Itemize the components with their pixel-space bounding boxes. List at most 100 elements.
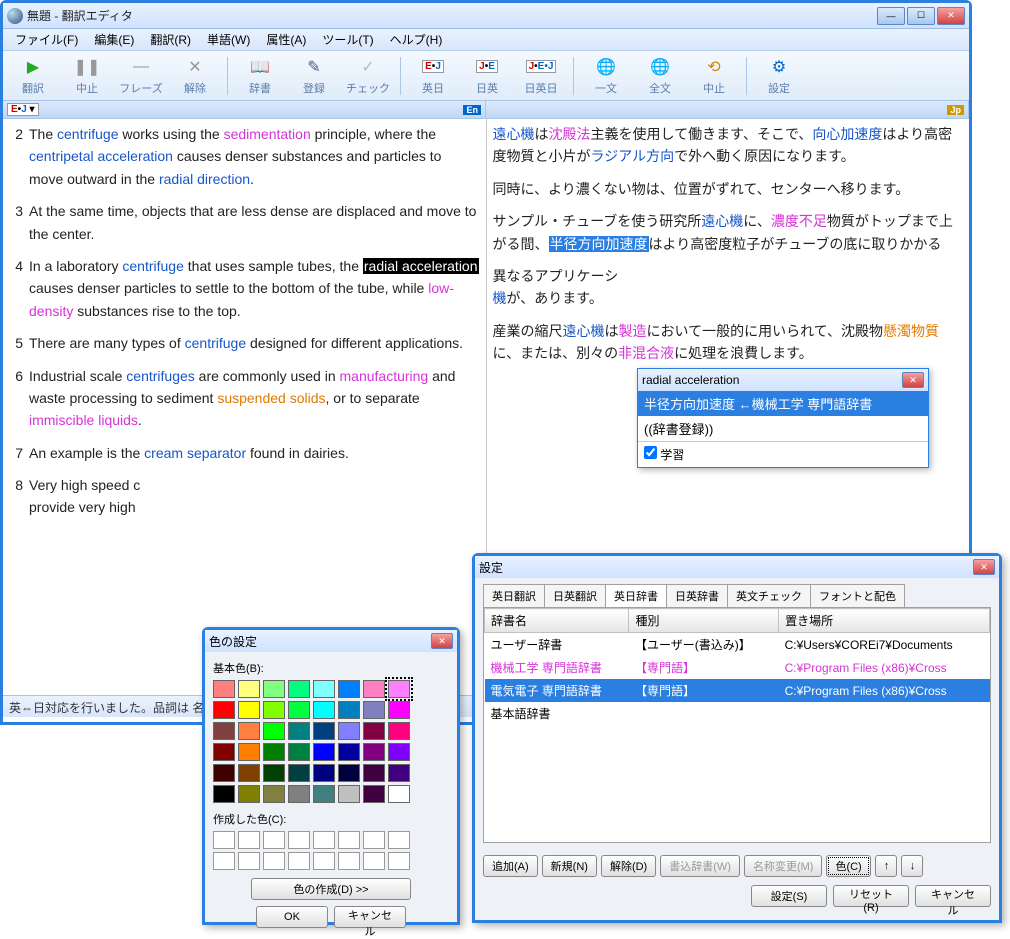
custom-color-swatch[interactable] <box>238 831 260 849</box>
dict-row[interactable]: ユーザー辞書【ユーザー(書込み)】C:¥Users¥COREi7¥Documen… <box>485 633 990 657</box>
custom-color-swatch[interactable] <box>213 852 235 870</box>
color-swatch[interactable] <box>388 722 410 740</box>
dict-row[interactable]: 基本語辞書 <box>485 702 990 725</box>
segment-row[interactable]: 遠心機は沈殿法主義を使用して働きます、そこで、向心加速度はより高密度物質と小片が… <box>493 123 964 168</box>
term[interactable]: 遠心機 <box>493 126 535 142</box>
segment-text[interactable]: An example is the cream separator found … <box>29 442 480 464</box>
toolbar-フレーズ[interactable]: —フレーズ <box>117 53 165 99</box>
toolbar-英日[interactable]: E•J英日 <box>409 53 457 99</box>
custom-color-swatch[interactable] <box>388 852 410 870</box>
color-swatch[interactable] <box>238 701 260 719</box>
term[interactable]: centrifuge <box>57 126 118 142</box>
color-dialog-close-button[interactable]: ✕ <box>431 633 453 649</box>
toolbar-全文[interactable]: 🌐全文 <box>636 53 684 99</box>
close-button[interactable]: ✕ <box>937 7 965 25</box>
menu-item[interactable]: ツール(T) <box>314 29 381 50</box>
term[interactable]: suspended solids <box>217 390 325 406</box>
term[interactable]: centrifuge <box>185 335 246 351</box>
color-swatch[interactable] <box>288 680 310 698</box>
color-swatch[interactable] <box>363 722 385 740</box>
maximize-button[interactable]: ☐ <box>907 7 935 25</box>
segment-text[interactable]: There are many types of centrifuge desig… <box>29 332 480 354</box>
menu-item[interactable]: 編集(E) <box>86 29 142 50</box>
color-swatch[interactable] <box>363 764 385 782</box>
settings-tab[interactable]: 英日辞書 <box>605 584 667 607</box>
color-swatch[interactable] <box>313 764 335 782</box>
source-column[interactable]: 2The centrifuge works using the sediment… <box>3 119 487 695</box>
term[interactable]: centripetal acceleration <box>29 148 173 164</box>
color-swatch[interactable] <box>363 785 385 803</box>
color-swatch[interactable] <box>238 722 260 740</box>
color-swatch[interactable] <box>338 680 360 698</box>
color-swatch[interactable] <box>213 701 235 719</box>
define-color-button[interactable]: 色の作成(D) >> <box>251 878 411 900</box>
color-swatch[interactable] <box>263 743 285 761</box>
custom-color-swatch[interactable] <box>213 831 235 849</box>
dict-table[interactable]: 辞書名種別置き場所 ユーザー辞書【ユーザー(書込み)】C:¥Users¥CORE… <box>484 608 990 725</box>
color-swatch[interactable] <box>263 722 285 740</box>
settings-tab[interactable]: 英日翻訳 <box>483 584 545 607</box>
segment-text[interactable]: サンプル・チューブを使う研究所遠心機に、濃度不足物質がトップまで上がる間、半径方… <box>493 210 964 255</box>
segment-row[interactable]: 8Very high speed cprovide very high <box>9 474 480 519</box>
toolbar-解除[interactable]: ✕解除 <box>171 53 219 99</box>
color-swatch[interactable] <box>388 764 410 782</box>
color-swatch[interactable] <box>288 764 310 782</box>
toolbar-一文[interactable]: 🌐一文 <box>582 53 630 99</box>
term[interactable]: 機 <box>493 290 507 306</box>
settings-action-button[interactable]: 色(C) <box>826 855 870 877</box>
term[interactable]: low-density <box>29 280 454 318</box>
settings-action-button[interactable]: 新規(N) <box>542 855 597 877</box>
term[interactable]: cream separator <box>144 445 246 461</box>
color-swatch[interactable] <box>338 743 360 761</box>
custom-color-swatch[interactable] <box>238 852 260 870</box>
move-down-button[interactable]: ↓ <box>901 855 923 877</box>
tooltip-close-button[interactable]: ✕ <box>902 372 924 388</box>
settings-tab[interactable]: 英文チェック <box>727 584 811 607</box>
color-swatch[interactable] <box>288 785 310 803</box>
color-swatch[interactable] <box>388 680 410 698</box>
menu-item[interactable]: 翻訳(R) <box>142 29 199 50</box>
term[interactable]: 半径方向加速度 <box>549 236 649 252</box>
settings-tab[interactable]: 日英辞書 <box>666 584 728 607</box>
custom-color-swatch[interactable] <box>388 831 410 849</box>
color-swatch[interactable] <box>213 680 235 698</box>
color-swatch[interactable] <box>338 701 360 719</box>
color-swatch[interactable] <box>288 701 310 719</box>
dict-row[interactable]: 機械工学 専門語辞書【専門語】C:¥Program Files (x86)¥Cr… <box>485 656 990 679</box>
color-swatch[interactable] <box>288 743 310 761</box>
color-swatch[interactable] <box>313 743 335 761</box>
segment-row[interactable]: 7An example is the cream separator found… <box>9 442 480 464</box>
ej-badge[interactable]: E•J ▾ <box>7 103 39 116</box>
dict-row[interactable]: 電気電子 専門語辞書【専門語】C:¥Program Files (x86)¥Cr… <box>485 679 990 702</box>
menu-item[interactable]: 単語(W) <box>199 29 258 50</box>
term[interactable]: manufacturing <box>340 368 429 384</box>
menu-item[interactable]: 属性(A) <box>258 29 314 50</box>
color-swatch[interactable] <box>263 680 285 698</box>
tooltip-register[interactable]: ((辞書登録)) <box>638 416 928 441</box>
toolbar-チェック[interactable]: ✓チェック <box>344 53 392 99</box>
color-swatch[interactable] <box>213 722 235 740</box>
term[interactable]: ラジアル方向 <box>591 148 675 164</box>
term[interactable]: radial direction <box>159 171 250 187</box>
term[interactable]: 濃度不足 <box>771 213 827 229</box>
color-swatch[interactable] <box>238 764 260 782</box>
segment-row[interactable]: 4In a laboratory centrifuge that uses sa… <box>9 255 480 322</box>
segment-text[interactable]: In a laboratory centrifuge that uses sam… <box>29 255 480 322</box>
menu-item[interactable]: ファイル(F) <box>7 29 86 50</box>
term[interactable]: immiscible liquids <box>29 412 138 428</box>
toolbar-登録[interactable]: ✎登録 <box>290 53 338 99</box>
term[interactable]: sedimentation <box>224 126 311 142</box>
color-swatch[interactable] <box>363 680 385 698</box>
segment-row[interactable]: 3At the same time, objects that are less… <box>9 200 480 245</box>
segment-text[interactable]: Very high speed cprovide very high <box>29 474 480 519</box>
term[interactable]: centrifuge <box>122 258 183 274</box>
settings-action-button[interactable]: 追加(A) <box>483 855 538 877</box>
segment-row[interactable]: 6Industrial scale centrifuges are common… <box>9 365 480 432</box>
color-swatch[interactable] <box>213 785 235 803</box>
color-swatch[interactable] <box>388 701 410 719</box>
color-swatch[interactable] <box>388 743 410 761</box>
settings-dialog-close-button[interactable]: ✕ <box>973 559 995 575</box>
color-swatch[interactable] <box>313 722 335 740</box>
color-swatch[interactable] <box>313 680 335 698</box>
toolbar-辞書[interactable]: 📖辞書 <box>236 53 284 99</box>
